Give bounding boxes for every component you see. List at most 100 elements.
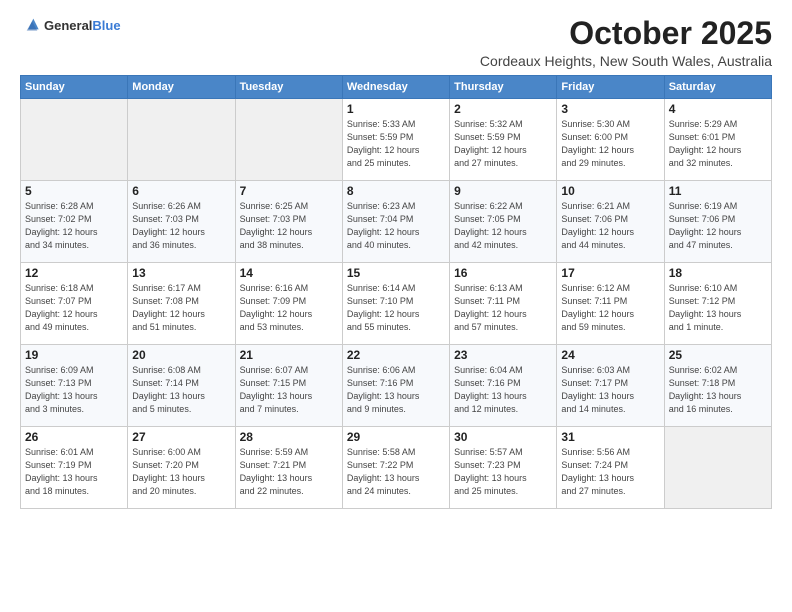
day-number: 14 bbox=[240, 266, 338, 280]
day-info: Sunrise: 6:19 AMSunset: 7:06 PMDaylight:… bbox=[669, 200, 767, 252]
header: GeneralBlue October 2025 Cordeaux Height… bbox=[20, 16, 772, 69]
day-info: Sunrise: 6:17 AMSunset: 7:08 PMDaylight:… bbox=[132, 282, 230, 334]
day-number: 19 bbox=[25, 348, 123, 362]
day-info: Sunrise: 5:29 AMSunset: 6:01 PMDaylight:… bbox=[669, 118, 767, 170]
day-info: Sunrise: 6:06 AMSunset: 7:16 PMDaylight:… bbox=[347, 364, 445, 416]
day-info: Sunrise: 6:02 AMSunset: 7:18 PMDaylight:… bbox=[669, 364, 767, 416]
day-number: 2 bbox=[454, 102, 552, 116]
calendar-cell: 2 Sunrise: 5:32 AMSunset: 5:59 PMDaylight… bbox=[450, 99, 557, 181]
week-row-3: 12Sunrise: 6:18 AMSunset: 7:07 PMDayligh… bbox=[21, 263, 772, 345]
day-info: Sunrise: 5:30 AMSunset: 6:00 PMDaylight:… bbox=[561, 118, 659, 170]
day-number: 4 bbox=[669, 102, 767, 116]
calendar-cell bbox=[128, 99, 235, 181]
day-number: 17 bbox=[561, 266, 659, 280]
calendar-cell: 18 Sunrise: 6:10 AMSunset: 7:12 PMDayligh… bbox=[664, 263, 771, 345]
day-info: Sunrise: 6:08 AMSunset: 7:14 PMDaylight:… bbox=[132, 364, 230, 416]
calendar-cell bbox=[664, 427, 771, 509]
day-number: 18 bbox=[669, 266, 767, 280]
calendar-cell: 31 Sunrise: 5:56 AMSunset: 7:24 PMDayligh… bbox=[557, 427, 664, 509]
month-title: October 2025 bbox=[480, 16, 772, 51]
calendar-cell: 21Sunrise: 6:07 AMSunset: 7:15 PMDayligh… bbox=[235, 345, 342, 427]
title-block: October 2025 Cordeaux Heights, New South… bbox=[480, 16, 772, 69]
day-number: 22 bbox=[347, 348, 445, 362]
calendar-cell: 22 Sunrise: 6:06 AMSunset: 7:16 PMDayligh… bbox=[342, 345, 449, 427]
calendar-cell: 29Sunrise: 5:58 AMSunset: 7:22 PMDayligh… bbox=[342, 427, 449, 509]
day-number: 5 bbox=[25, 184, 123, 198]
day-info: Sunrise: 6:09 AMSunset: 7:13 PMDaylight:… bbox=[25, 364, 123, 416]
day-info: Sunrise: 6:22 AMSunset: 7:05 PMDaylight:… bbox=[454, 200, 552, 252]
week-row-5: 26 Sunrise: 6:01 AMSunset: 7:19 PMDayligh… bbox=[21, 427, 772, 509]
calendar-cell: 5 Sunrise: 6:28 AMSunset: 7:02 PMDaylight… bbox=[21, 181, 128, 263]
day-info: Sunrise: 6:03 AMSunset: 7:17 PMDaylight:… bbox=[561, 364, 659, 416]
calendar-cell: 26 Sunrise: 6:01 AMSunset: 7:19 PMDayligh… bbox=[21, 427, 128, 509]
logo-icon bbox=[20, 16, 40, 36]
logo-text-general: GeneralBlue bbox=[44, 17, 121, 35]
calendar-cell: 8 Sunrise: 6:23 AMSunset: 7:04 PMDaylight… bbox=[342, 181, 449, 263]
location-subtitle: Cordeaux Heights, New South Wales, Austr… bbox=[480, 53, 772, 69]
logo: GeneralBlue bbox=[20, 16, 121, 36]
calendar-cell: 24Sunrise: 6:03 AMSunset: 7:17 PMDayligh… bbox=[557, 345, 664, 427]
calendar-cell: 19 Sunrise: 6:09 AMSunset: 7:13 PMDayligh… bbox=[21, 345, 128, 427]
day-info: Sunrise: 6:13 AMSunset: 7:11 PMDaylight:… bbox=[454, 282, 552, 334]
day-number: 30 bbox=[454, 430, 552, 444]
day-number: 1 bbox=[347, 102, 445, 116]
calendar-cell: 3Sunrise: 5:30 AMSunset: 6:00 PMDaylight… bbox=[557, 99, 664, 181]
day-info: Sunrise: 5:59 AMSunset: 7:21 PMDaylight:… bbox=[240, 446, 338, 498]
calendar-cell: 12Sunrise: 6:18 AMSunset: 7:07 PMDayligh… bbox=[21, 263, 128, 345]
day-number: 23 bbox=[454, 348, 552, 362]
day-info: Sunrise: 5:33 AMSunset: 5:59 PMDaylight:… bbox=[347, 118, 445, 170]
calendar-cell: 1 Sunrise: 5:33 AMSunset: 5:59 PMDaylight… bbox=[342, 99, 449, 181]
day-info: Sunrise: 5:56 AMSunset: 7:24 PMDaylight:… bbox=[561, 446, 659, 498]
day-number: 27 bbox=[132, 430, 230, 444]
calendar-table: SundayMondayTuesdayWednesdayThursdayFrid… bbox=[20, 75, 772, 509]
calendar-cell: 6 Sunrise: 6:26 AMSunset: 7:03 PMDaylight… bbox=[128, 181, 235, 263]
day-info: Sunrise: 6:01 AMSunset: 7:19 PMDaylight:… bbox=[25, 446, 123, 498]
day-number: 9 bbox=[454, 184, 552, 198]
day-info: Sunrise: 6:07 AMSunset: 7:15 PMDaylight:… bbox=[240, 364, 338, 416]
calendar-cell: 20 Sunrise: 6:08 AMSunset: 7:14 PMDayligh… bbox=[128, 345, 235, 427]
day-info: Sunrise: 6:26 AMSunset: 7:03 PMDaylight:… bbox=[132, 200, 230, 252]
day-number: 28 bbox=[240, 430, 338, 444]
calendar-cell: 23 Sunrise: 6:04 AMSunset: 7:16 PMDayligh… bbox=[450, 345, 557, 427]
day-info: Sunrise: 6:10 AMSunset: 7:12 PMDaylight:… bbox=[669, 282, 767, 334]
calendar-cell: 25Sunrise: 6:02 AMSunset: 7:18 PMDayligh… bbox=[664, 345, 771, 427]
calendar-cell: 13 Sunrise: 6:17 AMSunset: 7:08 PMDayligh… bbox=[128, 263, 235, 345]
weekday-header-friday: Friday bbox=[557, 76, 664, 99]
day-info: Sunrise: 6:23 AMSunset: 7:04 PMDaylight:… bbox=[347, 200, 445, 252]
day-info: Sunrise: 6:21 AMSunset: 7:06 PMDaylight:… bbox=[561, 200, 659, 252]
day-number: 15 bbox=[347, 266, 445, 280]
calendar-cell: 17 Sunrise: 6:12 AMSunset: 7:11 PMDayligh… bbox=[557, 263, 664, 345]
day-info: Sunrise: 5:57 AMSunset: 7:23 PMDaylight:… bbox=[454, 446, 552, 498]
day-info: Sunrise: 6:28 AMSunset: 7:02 PMDaylight:… bbox=[25, 200, 123, 252]
week-row-2: 5 Sunrise: 6:28 AMSunset: 7:02 PMDaylight… bbox=[21, 181, 772, 263]
page-container: GeneralBlue October 2025 Cordeaux Height… bbox=[0, 0, 792, 519]
calendar-cell: 10 Sunrise: 6:21 AMSunset: 7:06 PMDayligh… bbox=[557, 181, 664, 263]
day-info: Sunrise: 6:04 AMSunset: 7:16 PMDaylight:… bbox=[454, 364, 552, 416]
day-info: Sunrise: 6:25 AMSunset: 7:03 PMDaylight:… bbox=[240, 200, 338, 252]
day-number: 7 bbox=[240, 184, 338, 198]
calendar-cell: 4 Sunrise: 5:29 AMSunset: 6:01 PMDaylight… bbox=[664, 99, 771, 181]
day-number: 12 bbox=[25, 266, 123, 280]
day-info: Sunrise: 6:12 AMSunset: 7:11 PMDaylight:… bbox=[561, 282, 659, 334]
calendar-cell: 11Sunrise: 6:19 AMSunset: 7:06 PMDayligh… bbox=[664, 181, 771, 263]
day-number: 13 bbox=[132, 266, 230, 280]
day-info: Sunrise: 5:58 AMSunset: 7:22 PMDaylight:… bbox=[347, 446, 445, 498]
day-number: 31 bbox=[561, 430, 659, 444]
calendar-cell: 14Sunrise: 6:16 AMSunset: 7:09 PMDayligh… bbox=[235, 263, 342, 345]
calendar-cell: 9 Sunrise: 6:22 AMSunset: 7:05 PMDaylight… bbox=[450, 181, 557, 263]
weekday-header-monday: Monday bbox=[128, 76, 235, 99]
day-number: 16 bbox=[454, 266, 552, 280]
weekday-header-tuesday: Tuesday bbox=[235, 76, 342, 99]
calendar-cell: 28 Sunrise: 5:59 AMSunset: 7:21 PMDayligh… bbox=[235, 427, 342, 509]
day-info: Sunrise: 6:00 AMSunset: 7:20 PMDaylight:… bbox=[132, 446, 230, 498]
calendar-cell: 16 Sunrise: 6:13 AMSunset: 7:11 PMDayligh… bbox=[450, 263, 557, 345]
day-number: 6 bbox=[132, 184, 230, 198]
weekday-header-row: SundayMondayTuesdayWednesdayThursdayFrid… bbox=[21, 76, 772, 99]
day-number: 8 bbox=[347, 184, 445, 198]
day-number: 10 bbox=[561, 184, 659, 198]
day-number: 26 bbox=[25, 430, 123, 444]
day-number: 20 bbox=[132, 348, 230, 362]
day-info: Sunrise: 5:32 AMSunset: 5:59 PMDaylight:… bbox=[454, 118, 552, 170]
calendar-cell bbox=[235, 99, 342, 181]
week-row-1: 1 Sunrise: 5:33 AMSunset: 5:59 PMDaylight… bbox=[21, 99, 772, 181]
